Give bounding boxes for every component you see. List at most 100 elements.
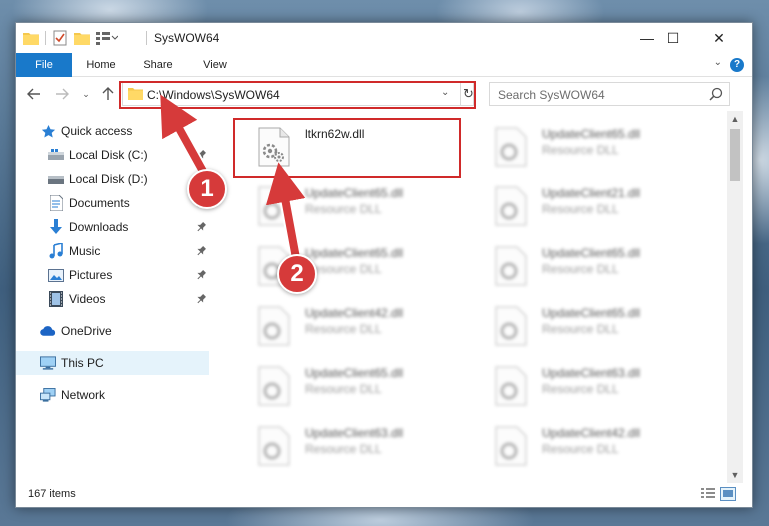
computer-icon <box>40 355 56 371</box>
new-folder-icon[interactable] <box>74 30 90 46</box>
separator <box>146 31 147 45</box>
dll-file-icon <box>495 246 527 286</box>
file-type: Resource DLL <box>542 322 619 336</box>
file-type: Resource DLL <box>542 202 619 216</box>
file-item[interactable]: UpdateClient65.dll Resource DLL <box>236 178 456 234</box>
forward-arrow-icon[interactable] <box>54 86 70 102</box>
file-item[interactable]: UpdateClient63.dll Resource DLL <box>473 358 693 414</box>
up-arrow-icon[interactable] <box>100 86 116 102</box>
pin-icon[interactable] <box>196 293 206 307</box>
sidebar-item-videos[interactable]: Videos <box>16 287 209 311</box>
scroll-up-icon[interactable]: ▲ <box>727 111 743 127</box>
separator <box>45 31 46 45</box>
dll-file-icon <box>495 306 527 346</box>
dll-file-icon <box>258 426 290 466</box>
pin-icon[interactable] <box>196 221 206 235</box>
file-type: Resource DLL <box>542 382 619 396</box>
customize-toolbar-icon[interactable] <box>96 30 118 46</box>
music-icon <box>48 243 64 259</box>
search-input[interactable]: Search SysWOW64 <box>498 88 605 102</box>
file-item[interactable]: UpdateClient63.dll Resource DLL <box>236 418 456 474</box>
details-view-icon[interactable] <box>700 487 716 501</box>
maximize-button[interactable]: ☐ <box>650 23 696 53</box>
file-name: UpdateClient65.dll <box>305 246 404 260</box>
dll-file-icon <box>495 186 527 226</box>
file-name: UpdateClient42.dll <box>305 306 404 320</box>
file-item[interactable]: UpdateClient65.dll Resource DLL <box>473 119 693 175</box>
address-bar-highlight <box>119 81 476 109</box>
drive-icon <box>48 147 64 163</box>
sidebar-item-label: OneDrive <box>61 324 112 338</box>
file-item[interactable]: UpdateClient42.dll Resource DLL <box>236 298 456 354</box>
download-icon <box>48 219 64 235</box>
file-name: UpdateClient65.dll <box>305 186 404 200</box>
tab-home[interactable]: Home <box>78 53 124 77</box>
item-count: 167 items <box>28 488 76 500</box>
file-item[interactable]: UpdateClient42.dll Resource DLL <box>473 418 693 474</box>
file-item[interactable]: UpdateClient65.dll Resource DLL <box>236 358 456 414</box>
close-button[interactable]: ✕ <box>696 23 742 53</box>
sidebar-item-label: Downloads <box>69 220 129 234</box>
scroll-thumb[interactable] <box>730 129 740 181</box>
file-item[interactable]: UpdateClient65.dll Resource DLL <box>473 298 693 354</box>
search-icon[interactable] <box>709 87 723 104</box>
network-icon <box>40 387 56 403</box>
sidebar-item-label: This PC <box>61 356 104 370</box>
sidebar-item-label: Local Disk (D:) <box>69 172 148 186</box>
pin-icon[interactable] <box>196 269 206 283</box>
title-bar: SysWOW64 — ☐ ✕ <box>16 23 752 53</box>
file-name: UpdateClient65.dll <box>542 127 641 141</box>
sidebar-item-label: Quick access <box>61 124 133 138</box>
file-name: UpdateClient65.dll <box>305 366 404 380</box>
expand-ribbon-icon[interactable]: ⌄ <box>714 57 722 68</box>
cloud-icon <box>40 323 56 339</box>
pictures-icon <box>48 267 64 283</box>
file-name: UpdateClient65.dll <box>542 306 641 320</box>
file-highlight <box>233 118 461 178</box>
sidebar-item-label: Local Disk (C:) <box>69 148 148 162</box>
file-type: Resource DLL <box>305 202 382 216</box>
file-name: UpdateClient21.dll <box>542 186 641 200</box>
file-item[interactable]: UpdateClient21.dll Resource DLL <box>473 178 693 234</box>
documents-icon <box>48 195 64 211</box>
sidebar-item-quick-access[interactable]: Quick access <box>16 119 209 143</box>
file-item[interactable]: UpdateClient65.dll Resource DLL <box>236 238 456 294</box>
file-type: Resource DLL <box>305 322 382 336</box>
tab-share[interactable]: Share <box>134 53 182 77</box>
large-icons-view-icon[interactable] <box>720 487 736 501</box>
sidebar-item-onedrive[interactable]: OneDrive <box>16 319 209 343</box>
step-marker-2: 2 <box>277 254 317 294</box>
sidebar-item-this-pc[interactable]: This PC <box>16 351 209 375</box>
file-type: Resource DLL <box>542 442 619 456</box>
search-box[interactable]: Search SysWOW64 <box>489 82 730 106</box>
sidebar-item-label: Network <box>61 388 106 402</box>
sidebar-item-local-disk-c[interactable]: Local Disk (C:) <box>16 143 209 167</box>
file-type: Resource DLL <box>305 442 382 456</box>
sidebar-item-local-disk-d[interactable]: Local Disk (D:) <box>16 167 209 191</box>
tab-view[interactable]: View <box>192 53 238 77</box>
sidebar-item-documents[interactable]: Documents <box>16 191 209 215</box>
file-name: UpdateClient63.dll <box>542 366 641 380</box>
back-arrow-icon[interactable] <box>26 86 42 102</box>
file-name: UpdateClient63.dll <box>305 426 404 440</box>
sidebar-item-network[interactable]: Network <box>16 383 209 407</box>
dll-file-icon <box>258 186 290 226</box>
navigation-pane: Quick access Local Disk (C:) Local Disk … <box>16 111 209 483</box>
help-icon[interactable]: ? <box>730 58 744 72</box>
sidebar-item-label: Music <box>69 244 101 258</box>
sidebar-item-pictures[interactable]: Pictures <box>16 263 209 287</box>
ribbon-tabs: File Home Share View ⌄ ? <box>16 53 752 77</box>
videos-icon <box>48 291 64 307</box>
sidebar-item-music[interactable]: Music <box>16 239 209 263</box>
sidebar-item-downloads[interactable]: Downloads <box>16 215 209 239</box>
properties-icon[interactable] <box>53 30 67 46</box>
dll-file-icon <box>258 306 290 346</box>
scroll-down-icon[interactable]: ▼ <box>727 467 743 483</box>
recent-locations-chevron-icon[interactable]: ⌄ <box>78 86 94 102</box>
tab-file[interactable]: File <box>16 53 72 77</box>
vertical-scrollbar[interactable]: ▲ ▼ <box>727 111 743 483</box>
pin-icon[interactable] <box>196 245 206 259</box>
pin-icon[interactable] <box>196 149 206 163</box>
drive-icon <box>48 171 64 187</box>
file-item[interactable]: UpdateClient65.dll Resource DLL <box>473 238 693 294</box>
